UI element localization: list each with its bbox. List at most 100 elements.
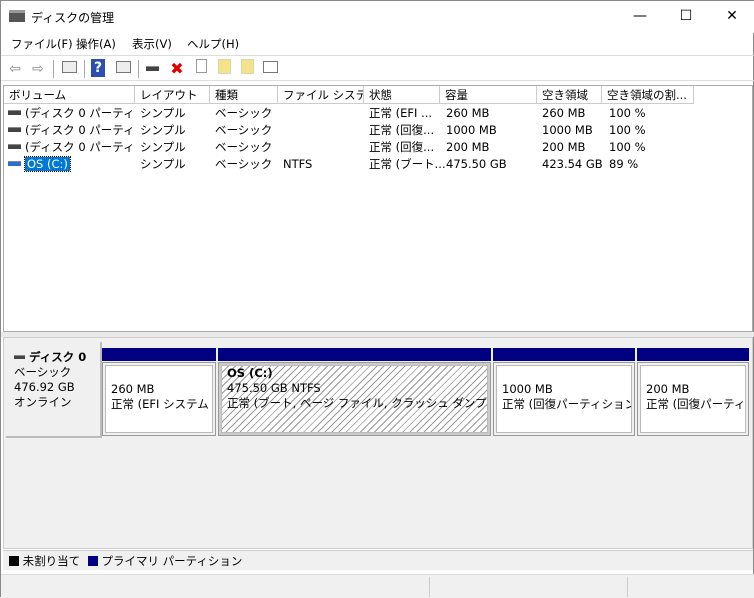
- legend: 未割り当て プライマリ パーティション: [3, 550, 753, 570]
- free-space: 260 MB: [542, 106, 586, 120]
- partition-size: 200 MB: [646, 382, 690, 396]
- back-icon[interactable]: ⇦: [5, 59, 25, 79]
- partition-recovery-2[interactable]: 200 MB 正常 (回復パーティション): [637, 362, 749, 436]
- separator: [138, 60, 139, 78]
- minimize-button[interactable]: —: [617, 1, 663, 31]
- forward-icon[interactable]: ⇨: [28, 59, 48, 79]
- type: ベーシック: [215, 106, 273, 120]
- title-bar: ディスクの管理 — ☐ ✕: [1, 1, 754, 33]
- window-title: ディスクの管理: [31, 11, 115, 25]
- separator: [84, 60, 85, 78]
- volume-icon: [8, 161, 21, 166]
- unallocated-swatch: [9, 556, 19, 566]
- partition-size: 475.50 GB NTFS: [227, 381, 321, 395]
- help-icon[interactable]: ?: [91, 59, 105, 77]
- volume-name: (ディスク 0 パーティシ...: [25, 140, 135, 154]
- maximize-button[interactable]: ☐: [663, 1, 709, 31]
- status-divider: [429, 577, 430, 597]
- menu-file[interactable]: ファイル(F): [11, 36, 73, 52]
- close-button[interactable]: ✕: [709, 1, 754, 31]
- partition-os-c[interactable]: OS (C:) 475.50 GB NTFS 正常 (ブート, ページ ファイル…: [218, 362, 491, 436]
- layout: シンプル: [140, 123, 186, 137]
- partition-status: 正常 (回復パーティション): [646, 397, 746, 411]
- filesystem: NTFS: [283, 157, 313, 171]
- connect-disk-icon[interactable]: [145, 66, 159, 71]
- percent-free: 100 %: [609, 123, 646, 137]
- disk-0-label[interactable]: ディスク 0 ベーシック 476.92 GB オンライン: [6, 342, 102, 438]
- column-header-volume[interactable]: ボリューム: [4, 86, 135, 104]
- table-row[interactable]: (ディスク 0 パーティシ... シンプル ベーシック 正常 (EFI ... …: [4, 105, 752, 122]
- capacity: 475.50 GB: [446, 157, 507, 171]
- partition-status: 正常 (ブート, ページ ファイル, クラッシュ ダンプ, ベーシック データ …: [227, 396, 488, 410]
- status-bar: [1, 574, 754, 598]
- properties-icon[interactable]: [195, 59, 207, 73]
- disk-type: ベーシック: [14, 365, 72, 379]
- toolbar: ⇦ ⇨ ? ✖: [1, 55, 754, 81]
- menu-help[interactable]: ヘルプ(H): [187, 36, 239, 52]
- type: ベーシック: [215, 140, 273, 154]
- percent-free: 100 %: [609, 106, 646, 120]
- open-folder-icon[interactable]: [217, 59, 231, 74]
- partition-bar: [102, 348, 216, 361]
- partition-efi[interactable]: 260 MB 正常 (EFI システム パーティション): [102, 362, 216, 436]
- capacity: 200 MB: [446, 140, 490, 154]
- column-header-status[interactable]: 状態: [364, 86, 440, 104]
- explore-icon[interactable]: [240, 59, 254, 74]
- partition-size: 260 MB: [111, 382, 155, 396]
- column-header-percent-free[interactable]: 空き領域の割...: [602, 86, 694, 104]
- legend-unallocated: 未割り当て: [22, 554, 81, 568]
- menu-view[interactable]: 表示(V): [132, 36, 172, 52]
- show-action-pane-icon[interactable]: [115, 61, 131, 73]
- table-row-selected[interactable]: OS (C:) シンプル ベーシック NTFS 正常 (ブート... 475.5…: [4, 156, 752, 173]
- partition-icon: [8, 127, 21, 132]
- partition-icon: [8, 144, 21, 149]
- disk-graphical-view: ディスク 0 ベーシック 476.92 GB オンライン 260 MB 正常 (…: [3, 337, 753, 549]
- disk-status: オンライン: [14, 395, 72, 409]
- partition-bar: [493, 348, 635, 361]
- disk-management-icon: [9, 10, 25, 22]
- menu-action[interactable]: 操作(A): [76, 36, 116, 52]
- volume-name: (ディスク 0 パーティシ...: [25, 123, 135, 137]
- disk-name: ディスク 0: [29, 350, 87, 364]
- layout: シンプル: [140, 106, 186, 120]
- partition-status: 正常 (EFI システム パーティション): [111, 397, 212, 411]
- capacity: 260 MB: [446, 106, 490, 120]
- column-header-filesystem[interactable]: ファイル システム: [278, 86, 364, 104]
- volume-name: OS (C:): [24, 156, 71, 172]
- partition-name: OS (C:): [227, 366, 273, 380]
- legend-primary: プライマリ パーティション: [101, 554, 243, 568]
- column-header-type[interactable]: 種類: [210, 86, 278, 104]
- percent-free: 100 %: [609, 140, 646, 154]
- volume-list: ボリューム レイアウト 種類 ファイル システム 状態 容量 空き領域 空き領域…: [3, 85, 753, 332]
- column-header-layout[interactable]: レイアウト: [135, 86, 210, 104]
- free-space: 1000 MB: [542, 123, 593, 137]
- checklist-icon[interactable]: [262, 61, 278, 73]
- type: ベーシック: [215, 123, 273, 137]
- percent-free: 89 %: [609, 157, 639, 171]
- free-space: 423.54 GB: [542, 157, 603, 171]
- column-header-free-space[interactable]: 空き領域: [537, 86, 602, 104]
- menu-bar: ファイル(F) 操作(A) 表示(V) ヘルプ(H): [1, 33, 754, 54]
- status: 正常 (回復...: [369, 123, 435, 137]
- status: 正常 (EFI ...: [369, 106, 433, 120]
- partition-status: 正常 (回復パーティション): [502, 397, 632, 411]
- status: 正常 (ブート...: [369, 157, 446, 171]
- table-row[interactable]: (ディスク 0 パーティシ... シンプル ベーシック 正常 (回復... 20…: [4, 139, 752, 156]
- partition-size: 1000 MB: [502, 382, 553, 396]
- show-hide-console-icon[interactable]: [61, 61, 77, 73]
- partition-recovery-1[interactable]: 1000 MB 正常 (回復パーティション): [493, 362, 635, 436]
- status: 正常 (回復...: [369, 140, 435, 154]
- separator: [53, 60, 54, 78]
- volume-name: (ディスク 0 パーティシ...: [25, 106, 135, 120]
- status-divider: [627, 577, 628, 597]
- partition-bar: [218, 348, 491, 361]
- partition-icon: [8, 110, 21, 115]
- partition-bar: [637, 348, 749, 361]
- table-row[interactable]: (ディスク 0 パーティシ... シンプル ベーシック 正常 (回復... 10…: [4, 122, 752, 139]
- column-header-capacity[interactable]: 容量: [440, 86, 537, 104]
- disk-icon: [14, 355, 25, 359]
- type: ベーシック: [215, 157, 273, 171]
- free-space: 200 MB: [542, 140, 586, 154]
- delete-icon[interactable]: ✖: [167, 59, 187, 79]
- primary-swatch: [87, 556, 98, 566]
